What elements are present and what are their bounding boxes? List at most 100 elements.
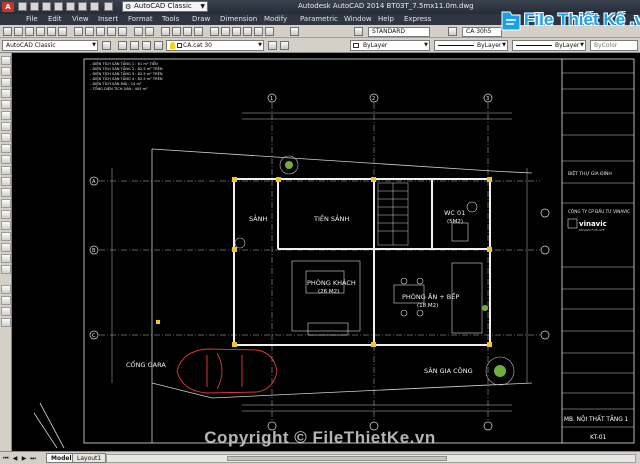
ellipse-icon[interactable]	[1, 155, 11, 164]
tool-palettes-icon[interactable]	[232, 27, 241, 36]
menu-tools[interactable]: Tools	[162, 15, 179, 23]
new-file-icon[interactable]	[18, 2, 27, 11]
menu-insert[interactable]: Insert	[98, 15, 118, 23]
publish-icon[interactable]	[58, 27, 67, 36]
layer-select[interactable]: CA.cat 30 ▼	[166, 40, 264, 51]
prev-tab-icon[interactable]: ◀	[11, 454, 19, 463]
mirror-icon[interactable]	[1, 307, 11, 316]
autocad-logo-icon[interactable]: A	[2, 2, 14, 12]
color-select[interactable]: ByLayer ▼	[350, 40, 430, 51]
menu-modify[interactable]: Modify	[264, 15, 287, 23]
dim-style-select[interactable]: CA 30h5	[462, 27, 502, 37]
arc-icon[interactable]	[1, 111, 11, 120]
ellipse-arc-icon[interactable]	[1, 166, 11, 175]
menu-help[interactable]: Help	[378, 15, 394, 23]
text-style-select[interactable]: STANDARD	[368, 27, 430, 37]
menu-view[interactable]: View	[72, 15, 89, 23]
plot-preview-icon[interactable]	[47, 27, 56, 36]
copy-icon[interactable]	[85, 27, 94, 36]
circle-icon[interactable]	[1, 122, 11, 131]
copy-object-icon[interactable]	[1, 296, 11, 305]
workspace-switcher[interactable]: ⚙ AutoCAD Classic ▼	[122, 1, 208, 12]
sheet-set-icon[interactable]	[243, 27, 252, 36]
pan-icon[interactable]	[161, 27, 170, 36]
text-style-icon[interactable]	[354, 27, 363, 36]
undo-icon[interactable]	[78, 2, 87, 11]
redo-icon[interactable]	[90, 2, 99, 11]
open-file-icon[interactable]	[30, 2, 39, 11]
match-properties-icon[interactable]	[107, 27, 116, 36]
polygon-icon[interactable]	[1, 89, 11, 98]
add-selected-icon[interactable]	[1, 265, 11, 274]
paste-icon[interactable]	[96, 27, 105, 36]
undo-icon[interactable]	[134, 27, 143, 36]
properties-palette-icon[interactable]	[210, 27, 219, 36]
spline-icon[interactable]	[1, 144, 11, 153]
qnew-icon[interactable]	[3, 27, 12, 36]
markup-icon[interactable]	[254, 27, 263, 36]
menu-draw[interactable]: Draw	[192, 15, 210, 23]
construction-line-icon[interactable]	[1, 67, 11, 76]
zoom-realtime-icon[interactable]	[172, 27, 181, 36]
layer-state-icon[interactable]	[130, 41, 139, 50]
zoom-window-icon[interactable]	[183, 27, 192, 36]
properties-icon[interactable]	[104, 2, 113, 11]
erase-icon[interactable]	[1, 285, 11, 294]
save-icon[interactable]	[25, 27, 34, 36]
horizontal-scrollbar[interactable]	[106, 454, 636, 463]
save-as-icon[interactable]	[54, 2, 63, 11]
menu-edit[interactable]: Edit	[48, 15, 62, 23]
workspace-settings-icon[interactable]	[102, 41, 111, 50]
lineweight-select[interactable]: ByLayer ▼	[512, 40, 586, 51]
menu-window[interactable]: Window	[344, 15, 372, 23]
multiline-text-icon[interactable]	[1, 254, 11, 263]
revision-cloud-icon[interactable]	[1, 133, 11, 142]
offset-icon[interactable]	[1, 318, 11, 327]
drawing-canvas[interactable]: - DIỆN TÍCH SÀN TẦNG 1 : 61 m² TIỀN - DI…	[12, 53, 640, 451]
make-block-icon[interactable]	[1, 188, 11, 197]
grid-row-label: B	[92, 248, 96, 254]
rectangle-icon[interactable]	[1, 100, 11, 109]
quickcalc-icon[interactable]	[265, 27, 274, 36]
plot-icon[interactable]	[36, 27, 45, 36]
region-icon[interactable]	[1, 232, 11, 241]
gradient-icon[interactable]	[1, 221, 11, 230]
hatch-icon[interactable]	[1, 210, 11, 219]
zoom-previous-icon[interactable]	[194, 27, 203, 36]
workspace-select[interactable]: AutoCAD Classic ▼	[2, 40, 98, 51]
plot-icon[interactable]	[66, 2, 75, 11]
title-block: BIỆT THỰ GIA ĐÌNH CÔNG TY CP ĐẦU TƯ VINA…	[562, 72, 634, 441]
redo-icon[interactable]	[145, 27, 154, 36]
make-current-icon[interactable]	[268, 41, 277, 50]
point-icon[interactable]	[1, 199, 11, 208]
layer-properties-icon[interactable]	[118, 41, 127, 50]
help-icon[interactable]	[290, 27, 299, 36]
room-label-wc: WC 01	[444, 209, 465, 217]
polyline-icon[interactable]	[1, 78, 11, 87]
save-icon[interactable]	[42, 2, 51, 11]
tab-layout1[interactable]: Layout1	[72, 453, 107, 463]
dim-style-icon[interactable]	[448, 27, 457, 36]
plotstyle-select[interactable]: ByColor	[590, 40, 638, 51]
design-center-icon[interactable]	[221, 27, 230, 36]
layer-freeze-icon[interactable]	[142, 41, 151, 50]
menu-dimension[interactable]: Dimension	[220, 15, 257, 23]
next-tab-icon[interactable]: ▶	[20, 454, 28, 463]
menu-parametric[interactable]: Parametric	[300, 15, 338, 23]
linetype-select[interactable]: ByLayer ▼	[434, 40, 508, 51]
cut-icon[interactable]	[74, 27, 83, 36]
layer-previous-icon[interactable]	[280, 41, 289, 50]
line-icon[interactable]	[1, 56, 11, 65]
window-title: Autodesk AutoCAD 2014 BT03T_7.5mx11.0m.d…	[298, 2, 474, 10]
scrollbar-thumb[interactable]	[227, 456, 447, 461]
menu-express[interactable]: Express	[404, 15, 431, 23]
last-tab-icon[interactable]: ⏭	[29, 454, 37, 463]
insert-block-icon[interactable]	[1, 177, 11, 186]
layer-lock-icon[interactable]	[154, 41, 163, 50]
block-editor-icon[interactable]	[118, 27, 127, 36]
table-icon[interactable]	[1, 243, 11, 252]
open-icon[interactable]	[14, 27, 23, 36]
menu-file[interactable]: File	[26, 15, 38, 23]
menu-format[interactable]: Format	[128, 15, 153, 23]
first-tab-icon[interactable]: ⏮	[2, 454, 10, 463]
